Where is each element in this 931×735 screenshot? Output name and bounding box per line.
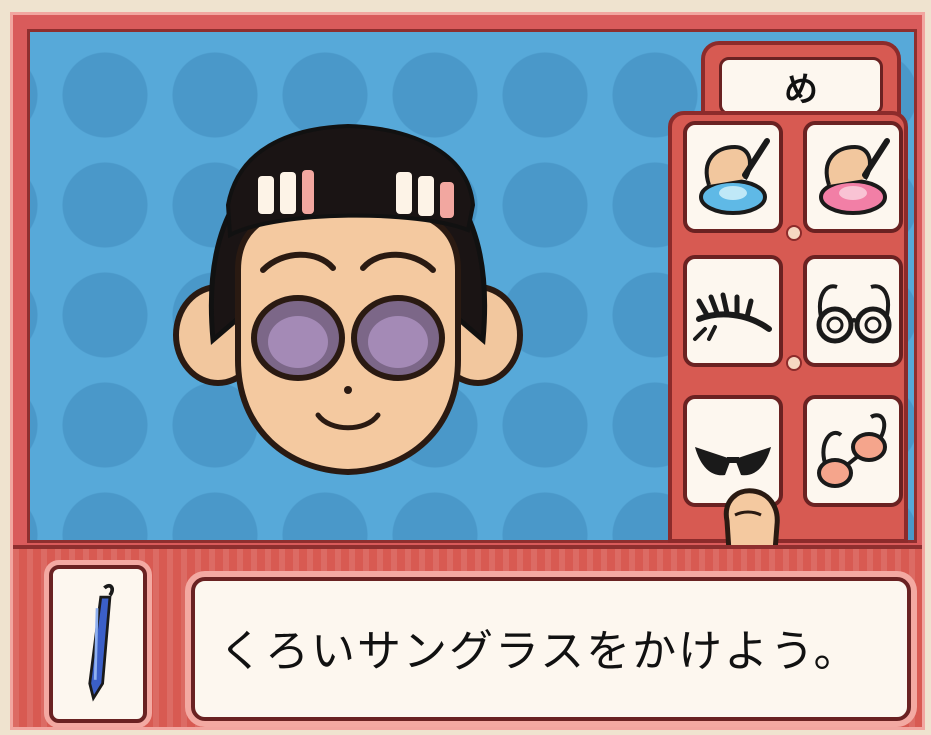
pink-eye-color-palette-icon — [819, 138, 890, 215]
message-text: くろいサングラスをかけよう。 — [219, 626, 860, 677]
category-tab-label: め — [719, 57, 883, 115]
character-face — [173, 123, 523, 476]
tool-box[interactable] — [49, 565, 147, 723]
bottom-bar: くろいサングラスをかけよう。 — [13, 545, 922, 727]
slot-pink-glasses[interactable] — [803, 395, 903, 507]
round-glasses-icon — [816, 284, 892, 344]
slot-eyelashes[interactable] — [683, 255, 783, 367]
message-box: くろいサングラスをかけよう。 — [191, 577, 911, 721]
slot-pink-eye-color[interactable] — [803, 121, 903, 233]
eyelashes-icon — [693, 292, 772, 341]
panel-stud — [786, 225, 802, 241]
game-screen: め くろいサングラスをかけよう。 — [10, 12, 925, 730]
blue-eye-color-palette-icon — [699, 138, 770, 215]
panel-stud — [786, 355, 802, 371]
slot-round-glasses[interactable] — [803, 255, 903, 367]
slot-blue-eye-color[interactable] — [683, 121, 783, 233]
pink-glasses-icon — [817, 413, 887, 488]
blue-pen-icon — [88, 583, 115, 702]
